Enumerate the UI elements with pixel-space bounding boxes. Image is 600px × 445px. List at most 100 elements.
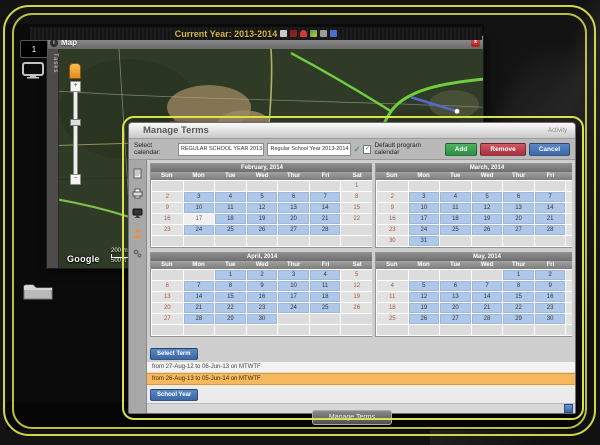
taskbar-manage-terms-button[interactable]: Manage Terms [312,410,392,425]
calendar-day-cell[interactable]: 4 [377,281,408,291]
calendar-day-cell[interactable]: 23 [247,303,278,313]
calendar-day-cell[interactable]: 2 [535,270,566,280]
calendar-day-cell[interactable]: 1 [566,181,572,191]
calendar-day-cell[interactable]: 17 [278,292,309,302]
calendar-day-cell[interactable]: 27 [503,225,534,235]
calendar-day-cell[interactable]: 15 [341,203,372,213]
settings-icon[interactable] [330,30,337,37]
calendar-day-cell[interactable]: 26 [247,225,278,235]
calendar-day-cell[interactable]: 28 [184,314,215,324]
calendar-day-cell[interactable]: 3 [184,192,215,202]
calendar-day-cell[interactable]: 1 [503,270,534,280]
calendar-day-cell[interactable]: 16 [377,214,408,224]
calendar-day-cell[interactable]: 20 [440,303,471,313]
calendar-day-cell[interactable]: 15 [566,203,572,213]
calendar-icon[interactable] [280,30,287,37]
calendar-day-cell[interactable]: 4 [440,192,471,202]
manage-terms-titlebar[interactable]: Manage Terms Activity [129,123,575,139]
calendar-day-cell[interactable]: 12 [341,281,372,291]
calendar-day-cell[interactable]: 17 [409,214,440,224]
calendar-day-cell[interactable]: 8 [341,192,372,202]
calendar-day-cell[interactable]: 14 [184,292,215,302]
calendar-day-cell[interactable]: 4 [215,192,246,202]
zoom-track[interactable] [73,91,78,175]
calendar-day-cell[interactable]: 19 [472,214,503,224]
calendar-day-cell[interactable]: 13 [440,292,471,302]
remove-button[interactable]: Remove [480,143,525,156]
calendar-day-cell[interactable]: 15 [215,292,246,302]
calendar-day-cell[interactable]: 24 [184,225,215,235]
calendar-day-cell[interactable]: 23 [377,225,408,235]
calendar-day-cell[interactable]: 1 [215,270,246,280]
calendar-day-cell[interactable]: 3 [566,270,572,280]
pegman-icon[interactable] [69,63,81,79]
favorite-icon[interactable] [300,30,307,37]
calendar-day-cell[interactable]: 23 [535,303,566,313]
resize-handle[interactable] [564,404,573,413]
zoom-out-button[interactable]: − [70,174,81,185]
calendar-day-cell[interactable]: 6 [278,192,309,202]
calendar-day-cell[interactable]: 15 [503,292,534,302]
calendar-day-cell[interactable]: 2 [377,192,408,202]
monitor-icon[interactable] [132,208,143,219]
calendar-day-cell[interactable]: 17 [566,292,572,302]
calendar-day-cell[interactable]: 5 [472,192,503,202]
calendar-day-cell[interactable]: 12 [247,203,278,213]
calendar-day-cell[interactable]: 18 [310,292,341,302]
calendar-day-cell[interactable]: 8 [215,281,246,291]
calendar-day-cell[interactable]: 10 [278,281,309,291]
calendar-day-cell[interactable]: 19 [341,292,372,302]
calendar-day-cell[interactable]: 11 [310,281,341,291]
calendar-day-cell[interactable]: 29 [503,314,534,324]
apps-icon[interactable] [310,30,317,37]
calendar-day-cell[interactable]: 27 [152,314,183,324]
calendar-day-cell[interactable]: 29 [566,225,572,235]
settings-gears-icon[interactable] [132,248,143,259]
calendar-day-cell[interactable]: 31 [566,314,572,324]
calendar-day-cell[interactable]: 2 [152,192,183,202]
calendar-day-cell[interactable]: 18 [377,303,408,313]
calendar-day-cell[interactable]: 24 [566,303,572,313]
calendar-day-cell[interactable]: 21 [535,214,566,224]
calendar-day-cell[interactable]: 16 [247,292,278,302]
folder-icon[interactable] [22,280,54,307]
calendar-day-cell[interactable]: 13 [152,292,183,302]
calendar-name-input[interactable]: Regular School Year 2013-2014 [267,143,350,156]
calendar-day-cell[interactable]: 13 [503,203,534,213]
calendar-day-cell[interactable]: 22 [341,214,372,224]
calendar-day-cell[interactable]: 28 [310,225,341,235]
calendar-day-cell[interactable]: 30 [247,314,278,324]
new-document-icon[interactable] [132,168,143,179]
calendar-day-cell[interactable]: 27 [440,314,471,324]
zoom-handle[interactable] [70,119,81,126]
calendar-day-cell[interactable]: 22 [215,303,246,313]
term-row[interactable]: from 27-Aug-12 to 06-Jun-13 on MTWTF [147,362,575,373]
calendar-day-cell[interactable]: 4 [310,270,341,280]
calendar-day-cell[interactable]: 2 [247,270,278,280]
calendar-day-cell[interactable]: 29 [215,314,246,324]
calendar-day-cell[interactable]: 9 [247,281,278,291]
calendar-day-cell[interactable]: 28 [472,314,503,324]
calendar-day-cell[interactable]: 6 [152,281,183,291]
calendar-day-cell[interactable]: 19 [247,214,278,224]
calendar-day-cell[interactable]: 10 [184,203,215,213]
calendar-day-cell[interactable]: 16 [152,214,183,224]
calendar-day-cell[interactable]: 17 [184,214,215,224]
calendar-day-cell[interactable]: 30 [535,314,566,324]
calendar-day-cell[interactable]: 16 [535,292,566,302]
map-zoom-slider[interactable]: + − [70,81,79,183]
calendar-day-cell[interactable]: 22 [503,303,534,313]
calendar-day-cell[interactable]: 26 [472,225,503,235]
calendar-day-cell[interactable]: 6 [440,281,471,291]
calendar-day-cell[interactable]: 7 [184,281,215,291]
calendar-day-cell[interactable]: 14 [535,203,566,213]
calendar-day-cell[interactable]: 12 [409,292,440,302]
calendar-day-cell[interactable]: 19 [409,303,440,313]
default-program-checkbox[interactable]: ✓ [363,145,371,154]
calendar-day-cell[interactable]: 5 [247,192,278,202]
monitor-icon[interactable] [22,62,44,84]
calendar-day-cell[interactable]: 9 [377,203,408,213]
calendar-day-cell[interactable]: 26 [341,303,372,313]
calendar-day-cell[interactable]: 9 [535,281,566,291]
calendar-day-cell[interactable]: 18 [215,214,246,224]
